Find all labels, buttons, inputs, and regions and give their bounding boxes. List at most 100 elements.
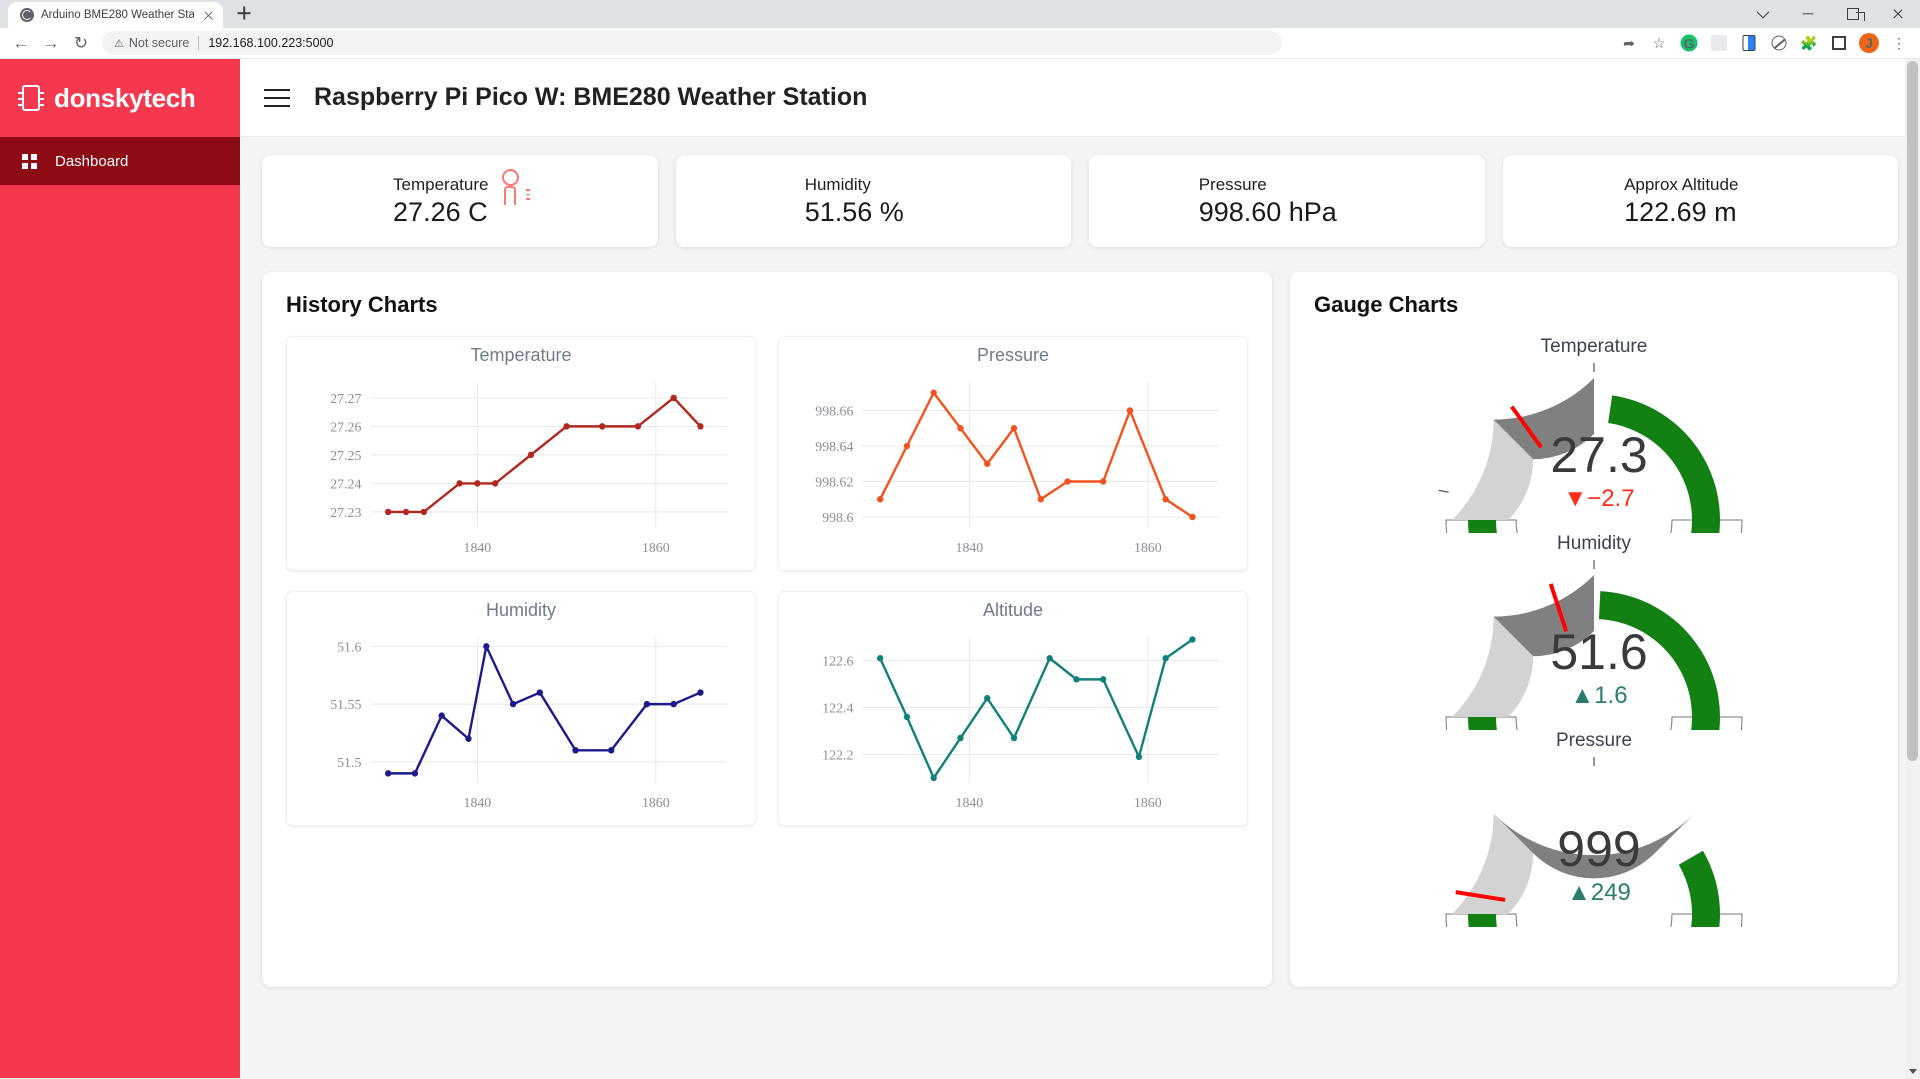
svg-text:1860: 1860: [1134, 796, 1162, 811]
gauge-temperature: Temperature204027.3▼−2.7: [1314, 336, 1874, 533]
svg-text:27.23: 27.23: [330, 506, 361, 521]
gauge-title: Pressure: [1314, 730, 1874, 752]
stat-label: Approx Altitude: [1624, 174, 1738, 197]
chart-plot-altitude: 122.2122.4122.618401860: [785, 623, 1241, 821]
gauge-pressure: Pressure500999▲249: [1314, 730, 1874, 927]
address-bar[interactable]: ⚠ Not secure 192.168.100.223:5000: [102, 31, 1282, 55]
grammarly-extension-icon[interactable]: G: [1674, 28, 1704, 58]
more-menu-icon[interactable]: ⋮: [1884, 28, 1914, 58]
stat-label: Temperature: [393, 174, 488, 197]
sidebar-item-dashboard[interactable]: Dashboard: [0, 137, 240, 185]
svg-text:1840: 1840: [464, 541, 492, 556]
omnibox-divider: [198, 36, 199, 50]
window-close-icon[interactable]: [1875, 0, 1920, 28]
maximize-icon[interactable]: [1830, 0, 1875, 28]
gauge-charts-title: Gauge Charts: [1314, 292, 1874, 318]
profile-avatar[interactable]: J: [1854, 28, 1884, 58]
new-tab-button[interactable]: [230, 0, 258, 27]
svg-text:122.4: 122.4: [822, 701, 853, 716]
grammarly-glyph: G: [1681, 35, 1698, 52]
stats-row: Temperature 27.26 C Humidity 51.56: [262, 155, 1898, 247]
svg-text:27.26: 27.26: [330, 420, 361, 435]
chart-title: Pressure: [785, 345, 1241, 366]
gauge-delta: ▲249: [1567, 879, 1631, 906]
chart-card-humidity: Humidity 51.5 51.55 51.6 1840 1860: [286, 591, 756, 826]
svg-text:27.25: 27.25: [330, 449, 361, 464]
svg-text:27.27: 27.27: [330, 392, 361, 407]
svg-text:998.62: 998.62: [815, 475, 853, 490]
star-glyph: ☆: [1653, 36, 1666, 50]
chevron-down-icon[interactable]: [1740, 0, 1785, 28]
scroll-down-icon[interactable]: [1909, 1069, 1917, 1074]
chart-title: Humidity: [293, 600, 749, 621]
stat-value: 27.26 C: [393, 197, 488, 228]
bookmark-star-icon[interactable]: ☆: [1644, 28, 1674, 58]
svg-text:1840: 1840: [956, 541, 984, 556]
scrollbar-thumb[interactable]: [1907, 61, 1918, 761]
sidebar: donskytech Dashboard: [0, 59, 240, 1078]
gauge-axis-tick-label: 50: [1606, 555, 1620, 557]
react-devtools-extension-icon[interactable]: [1704, 28, 1734, 58]
browser-chrome: Arduino BME280 Weather Station ← → ↻ ⚠ N…: [0, 0, 1920, 59]
panels-row: History Charts Temperature27.2327.2427.2…: [262, 272, 1898, 987]
tab-strip: Arduino BME280 Weather Station: [0, 0, 1920, 28]
tab-title: Arduino BME280 Weather Station: [41, 9, 194, 21]
svg-text:51.5: 51.5: [337, 756, 361, 771]
gauges-wrap: Temperature204027.3▼−2.7Humidity5051.6▲1…: [1314, 336, 1874, 927]
warning-triangle-icon: ⚠: [114, 37, 124, 50]
security-label: Not secure: [129, 36, 189, 50]
adblock-extension-icon[interactable]: [1764, 28, 1794, 58]
svg-text:1860: 1860: [1134, 541, 1162, 556]
svg-text:51.6: 51.6: [337, 640, 361, 655]
forward-glyph: →: [43, 35, 60, 52]
back-glyph: ←: [13, 35, 30, 52]
url-text: 192.168.100.223:5000: [208, 36, 333, 50]
reload-icon[interactable]: ↻: [66, 28, 96, 58]
share-icon[interactable]: ➦: [1614, 28, 1644, 58]
gauge-humidity: Humidity5051.6▲1.6: [1314, 533, 1874, 730]
sidepanel-icon[interactable]: [1824, 28, 1854, 58]
stat-card-humidity: Humidity 51.56 %: [676, 155, 1072, 247]
chart-title: Temperature: [293, 345, 749, 366]
chart-plot-humidity: 51.5 51.55 51.6 1840 1860: [293, 623, 749, 821]
svg-text:998.66: 998.66: [815, 404, 853, 419]
svg-text:1860: 1860: [642, 541, 670, 556]
globe-icon: [20, 8, 34, 22]
gauge-dial-humidity: 50 51.6▲1.6: [1429, 555, 1759, 730]
history-charts-grid: Temperature 27.23 27.24 27.25 27.26 27.27 1840…: [286, 336, 1248, 826]
gauge-charts-panel: Gauge Charts Temperature204027.3▼−2.7Hum…: [1290, 272, 1898, 987]
stat-card-pressure: Pressure 998.60 hPa: [1089, 155, 1485, 247]
svg-text:1840: 1840: [464, 796, 492, 811]
svg-text:122.6: 122.6: [822, 655, 853, 670]
browser-toolbar: ← → ↻ ⚠ Not secure 192.168.100.223:5000 …: [0, 28, 1920, 59]
back-icon[interactable]: ←: [6, 28, 36, 58]
minimize-icon[interactable]: [1785, 0, 1830, 28]
brand[interactable]: donskytech: [0, 59, 240, 137]
gauge-delta: ▲1.6: [1570, 682, 1627, 709]
reading-list-extension-icon[interactable]: [1734, 28, 1764, 58]
building-icon: [1752, 186, 1776, 216]
svg-text:51.55: 51.55: [330, 698, 361, 713]
gauge-value: 27.3: [1550, 427, 1647, 483]
extensions-puzzle-icon[interactable]: 🧩: [1794, 28, 1824, 58]
stat-label: Humidity: [805, 174, 904, 197]
stat-label: Pressure: [1199, 174, 1337, 197]
dashboard-body: Temperature 27.26 C Humidity 51.56: [240, 137, 1920, 1078]
gauge-title: Temperature: [1314, 336, 1874, 358]
browser-tab[interactable]: Arduino BME280 Weather Station: [8, 2, 223, 28]
page-scrollbar[interactable]: [1905, 59, 1920, 1078]
page-title: Raspberry Pi Pico W: BME280 Weather Stat…: [314, 83, 867, 112]
toolbar-icons: ➦ ☆ G 🧩 J ⋮: [1614, 28, 1914, 58]
forward-icon[interactable]: →: [36, 28, 66, 58]
svg-text:1860: 1860: [642, 796, 670, 811]
hamburger-icon[interactable]: [264, 88, 290, 108]
svg-text:27.24: 27.24: [330, 477, 361, 492]
gauge-dial-pressure: 500999▲249: [1429, 752, 1759, 927]
reload-glyph: ↻: [74, 35, 88, 52]
close-icon[interactable]: [201, 8, 216, 23]
chart-plot-temperature: 27.23 27.24 27.25 27.26 27.27 1840 1860: [293, 368, 749, 566]
stat-value: 998.60 hPa: [1199, 197, 1337, 228]
brand-name: donskytech: [54, 83, 196, 114]
gauge-axis-tick-label: 500: [1602, 752, 1624, 754]
gauge-value: 51.6: [1550, 624, 1647, 680]
